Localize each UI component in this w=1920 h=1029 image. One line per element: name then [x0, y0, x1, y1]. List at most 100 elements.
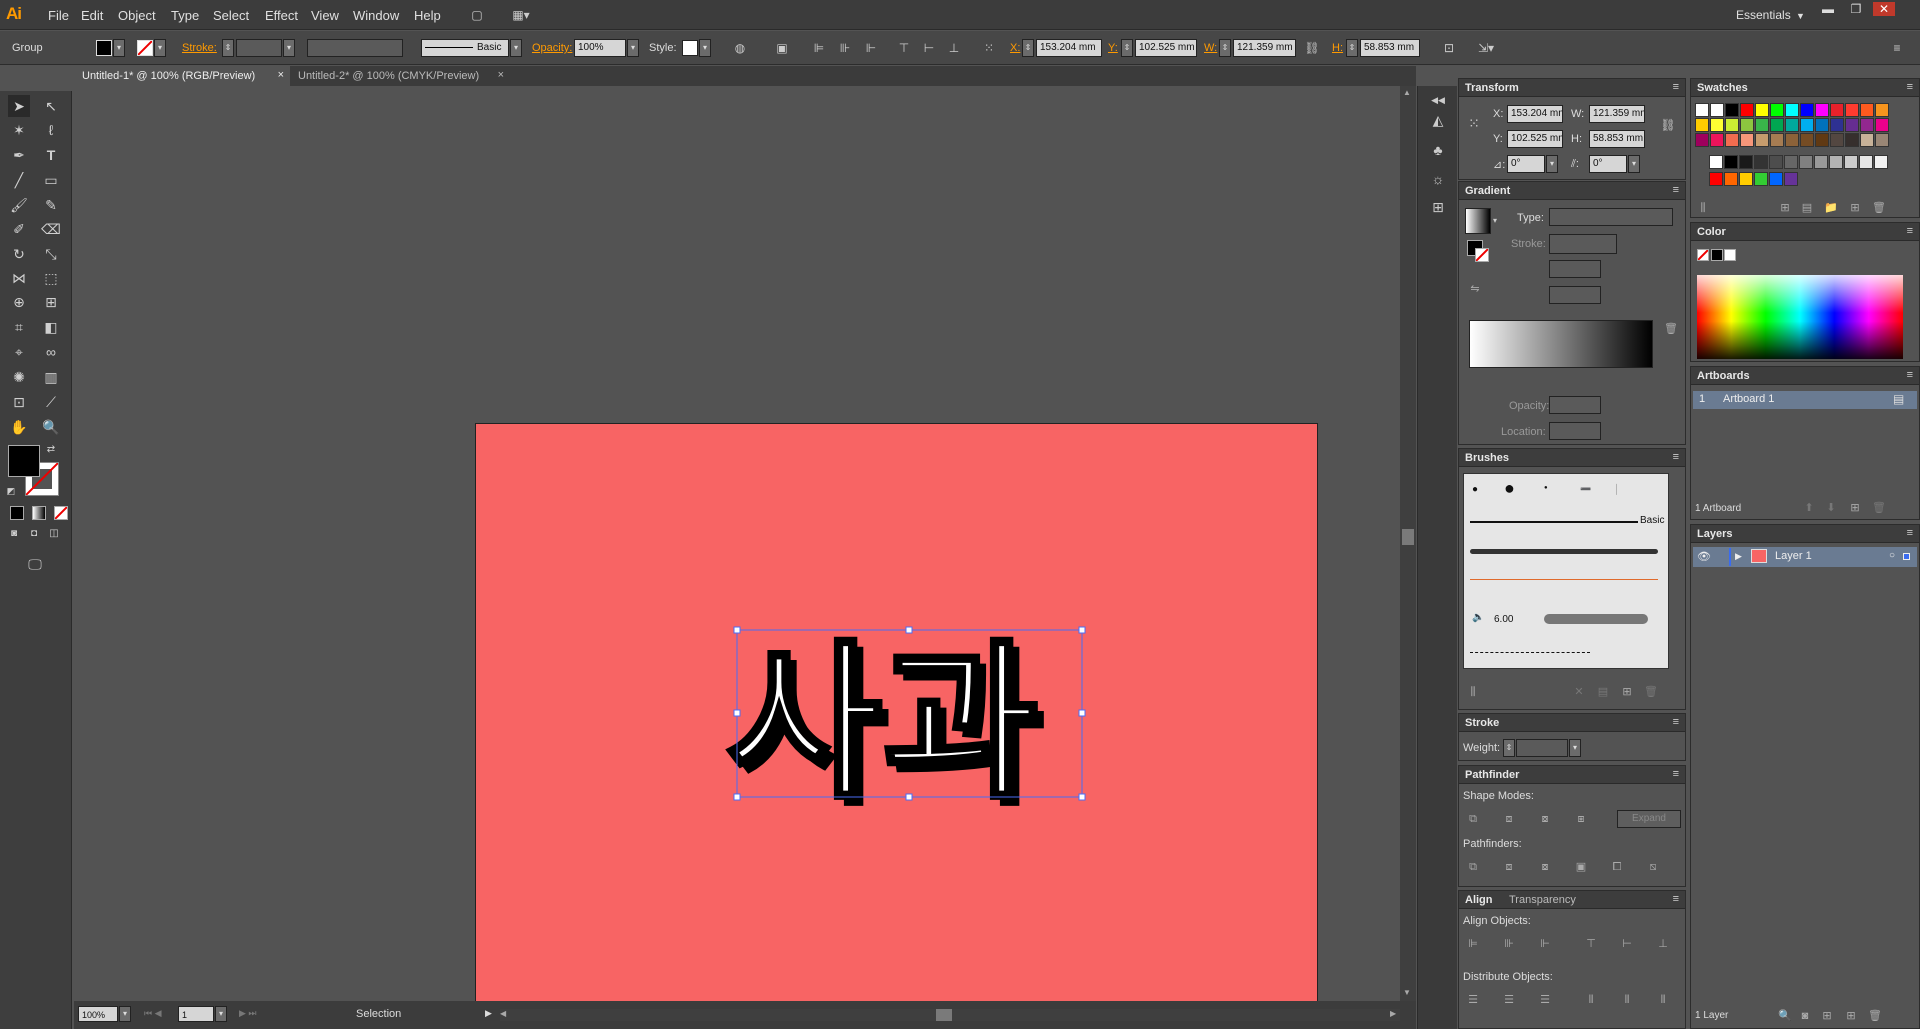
aspect-field[interactable]: [1549, 286, 1601, 304]
opacity-field[interactable]: 100%: [574, 39, 626, 57]
color-guide-icon[interactable]: ◭: [1429, 112, 1447, 128]
transform-w-field[interactable]: 121.359 mm: [1589, 105, 1645, 123]
panel-menu-icon[interactable]: ≡: [1907, 369, 1913, 381]
swatch[interactable]: [1800, 118, 1814, 132]
swatch[interactable]: [1784, 155, 1798, 169]
magic-wand-tool-icon[interactable]: ✶: [8, 119, 30, 141]
target-icon[interactable]: ○: [1889, 550, 1895, 561]
reference-point-icon[interactable]: ⁙: [1465, 115, 1483, 131]
swatch[interactable]: [1739, 155, 1753, 169]
minimize-icon[interactable]: ▬: [1817, 2, 1839, 16]
swatch[interactable]: [1754, 172, 1768, 186]
panel-title[interactable]: Artboards: [1697, 370, 1750, 382]
transform-y-field[interactable]: 102.525 mm: [1507, 130, 1563, 148]
swatch[interactable]: [1769, 172, 1783, 186]
weight-stepper[interactable]: ⇕: [1503, 739, 1515, 757]
swatch[interactable]: [1724, 155, 1738, 169]
link-proportions-icon[interactable]: ⛓: [1659, 117, 1677, 133]
symbols-icon[interactable]: ♣: [1429, 142, 1447, 158]
fill-swatch[interactable]: [96, 40, 112, 56]
options-icon[interactable]: ▤: [1595, 685, 1611, 699]
distribute-vcenter-icon[interactable]: ☰: [1501, 993, 1517, 1007]
new-color-group-icon[interactable]: 📁: [1823, 201, 1839, 215]
brush-arrow[interactable]: [1470, 579, 1658, 580]
swatch[interactable]: [1725, 103, 1739, 117]
width-tool-icon[interactable]: ⋈: [8, 267, 30, 289]
artboard[interactable]: 사과 사과: [475, 423, 1318, 1019]
vertical-scrollbar[interactable]: ▲ ▼: [1400, 86, 1416, 1001]
brush-dropdown[interactable]: ▾: [510, 39, 522, 57]
swatch[interactable]: [1770, 118, 1784, 132]
swatch[interactable]: [1815, 133, 1829, 147]
fill-dropdown[interactable]: ▾: [113, 39, 125, 57]
tab-align[interactable]: Align: [1465, 894, 1493, 906]
swatch[interactable]: [1875, 133, 1889, 147]
bridge-icon[interactable]: ▢: [468, 7, 486, 23]
stroke-swatch[interactable]: [137, 40, 153, 56]
collapse-dock-icon[interactable]: ◀◀: [1429, 92, 1447, 108]
style-swatch[interactable]: [682, 40, 698, 56]
menu-file[interactable]: File: [48, 8, 69, 23]
panel-menu-icon[interactable]: ≡: [1907, 225, 1913, 237]
distribute-top-icon[interactable]: ☰: [1465, 993, 1481, 1007]
status-menu-icon[interactable]: ▶: [485, 1008, 492, 1019]
slice-tool-icon[interactable]: ⟋: [40, 391, 62, 413]
merge-icon[interactable]: ⧇: [1537, 860, 1553, 874]
transform-h-field[interactable]: 58.853 mm: [1589, 130, 1645, 148]
move-down-icon[interactable]: ⬇: [1823, 501, 1839, 515]
trash-icon[interactable]: 🗑: [1871, 501, 1887, 515]
panel-title[interactable]: Color: [1697, 226, 1726, 238]
artboard-name[interactable]: Artboard 1: [1723, 393, 1774, 405]
swatch[interactable]: [1770, 133, 1784, 147]
distribute-right-icon[interactable]: ⫴: [1655, 993, 1671, 1007]
panel-title[interactable]: Pathfinder: [1465, 769, 1519, 781]
rectangle-tool-icon[interactable]: ▭: [40, 169, 62, 191]
crop-icon[interactable]: ▣: [1573, 860, 1589, 874]
swatch[interactable]: [1724, 172, 1738, 186]
tab-untitled-1[interactable]: Untitled-1* @ 100% (RGB/Preview) ×: [74, 66, 290, 86]
swatch[interactable]: [1799, 155, 1813, 169]
swatch[interactable]: [1785, 133, 1799, 147]
trash-icon[interactable]: 🗑: [1871, 201, 1887, 215]
swatch[interactable]: [1695, 103, 1709, 117]
weight-dropdown[interactable]: ▾: [1569, 739, 1581, 757]
align-bottom-icon[interactable]: ⊥: [1655, 937, 1671, 951]
swatch[interactable]: [1830, 133, 1844, 147]
swatch[interactable]: [1770, 103, 1784, 117]
close-tab-icon[interactable]: ×: [278, 69, 284, 81]
selection-tool-icon[interactable]: ➤: [8, 95, 30, 117]
swatch[interactable]: [1710, 133, 1724, 147]
brush-charcoal[interactable]: [1470, 549, 1658, 554]
swatch[interactable]: [1815, 103, 1829, 117]
brush-dot-small[interactable]: ●: [1472, 484, 1478, 495]
stroke-label[interactable]: Stroke:: [182, 42, 217, 54]
menu-select[interactable]: Select: [213, 8, 249, 23]
artboard-row[interactable]: 1 Artboard 1 ▤: [1693, 391, 1917, 409]
y-field[interactable]: 102.525 mm: [1135, 39, 1197, 57]
trash-icon[interactable]: 🗑: [1867, 1009, 1883, 1023]
w-label[interactable]: W:: [1204, 42, 1217, 54]
swatch[interactable]: [1710, 103, 1724, 117]
next-artboard-icon[interactable]: ▶ ⏭: [239, 1008, 257, 1019]
brush-dot-large[interactable]: ●: [1504, 478, 1515, 499]
black-swatch[interactable]: [1711, 249, 1723, 261]
eraser-tool-icon[interactable]: ⌫: [40, 218, 62, 240]
panel-title[interactable]: Brushes: [1465, 452, 1509, 464]
h-field[interactable]: 58.853 mm: [1360, 39, 1420, 57]
stroke-icon[interactable]: [1475, 248, 1489, 262]
exclude-icon[interactable]: ⧆: [1573, 812, 1589, 826]
panel-title[interactable]: Layers: [1697, 528, 1732, 540]
panel-menu-icon[interactable]: ≡: [1907, 527, 1913, 539]
align-vcenter-icon[interactable]: ⊢: [920, 40, 938, 56]
zoom-tool-icon[interactable]: 🔍: [40, 416, 62, 438]
transform-options-icon[interactable]: ⇲▾: [1472, 40, 1500, 56]
stroke-weight-dropdown[interactable]: ▾: [283, 39, 295, 57]
shear-field[interactable]: 0°: [1589, 155, 1627, 173]
swatch[interactable]: [1844, 155, 1858, 169]
panel-menu-icon[interactable]: ≡: [1673, 81, 1679, 93]
swatch[interactable]: [1710, 118, 1724, 132]
artboard-tool-icon[interactable]: ⊡: [8, 391, 30, 413]
scroll-thumb[interactable]: [1402, 529, 1414, 545]
swatch[interactable]: [1755, 133, 1769, 147]
swatch[interactable]: [1755, 118, 1769, 132]
